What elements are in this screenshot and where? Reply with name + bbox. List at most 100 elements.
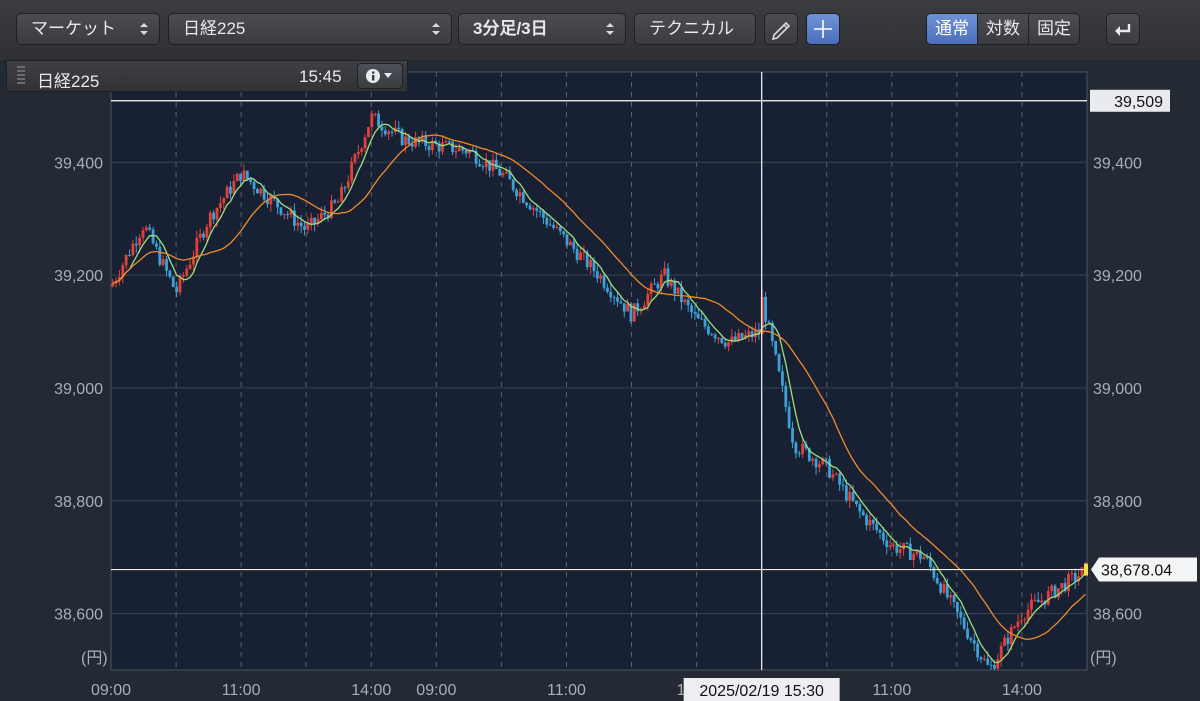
candle-body [548,224,552,226]
candle-body [148,227,152,230]
candle-body [356,151,360,155]
candle-body [1070,573,1074,575]
candle-body [989,664,993,666]
candle-body [387,131,391,135]
candle-body [740,333,744,339]
y-tick-label: 39,000 [1093,381,1142,398]
candle-body [602,275,606,288]
candle-body [932,567,936,578]
candle-body [993,665,996,669]
candle-body [696,313,700,319]
y-tick-label: 39,000 [54,381,103,398]
candle-body [558,226,562,232]
candle-body [683,299,687,303]
candle-body [390,131,394,133]
candle-body [535,208,539,211]
candle-body [202,233,205,238]
return-arrow-icon [1115,24,1131,36]
crosshair-button[interactable] [806,13,840,45]
candle-body [962,617,966,629]
candle-body [144,227,148,231]
candle-body [1009,626,1013,645]
candle-body [511,179,515,190]
candle-body [404,136,407,146]
candle-body [131,243,135,256]
candle-body [353,154,357,162]
candle-body [972,640,976,644]
candle-body [400,129,404,146]
candle-body [875,523,879,531]
candle-body [521,192,525,203]
candle-body [956,602,959,612]
period-select[interactable]: 3分足/3日 [458,13,626,45]
symbol-select[interactable]: 日経225 [168,13,452,45]
candle-body [898,549,902,553]
candle-body [612,297,616,299]
scale-fixed-button[interactable]: 固定 [1029,14,1079,44]
candle-body [447,141,451,143]
candle-body [313,217,317,224]
undo-button[interactable] [1106,13,1140,45]
candle-body [562,231,566,235]
candle-body [363,137,367,149]
candle-body [555,226,559,228]
candle-body [208,212,212,227]
candle-body [892,544,895,546]
updown-icon [432,23,440,35]
candle-body [1060,583,1064,589]
market-select[interactable]: マーケット [16,13,160,45]
scale-log-button[interactable]: 対数 [978,14,1029,44]
candle-body [215,207,219,220]
candle-body [619,301,623,304]
candle-body [249,178,253,182]
candle-body [360,148,364,152]
candle-body [1046,591,1050,605]
candle-body [582,251,586,253]
candle-body [814,458,818,468]
candle-body [828,459,831,478]
candle-body [545,217,549,225]
candle-body [663,268,667,275]
candle-body [979,657,983,660]
toolbar: マーケット 日経225 3分足/3日 テクニカル 通常 対数 固定 [0,0,1200,60]
candle-body [296,222,300,226]
candle-body [791,427,794,443]
candle-body [855,500,858,505]
candle-body [175,286,179,293]
candle-body [498,168,502,176]
candle-body [1033,599,1037,601]
candle-body [218,203,222,208]
candle-body [565,234,569,246]
info-menu-button[interactable] [357,63,403,89]
candle-body [138,237,142,246]
drag-grip-icon[interactable] [17,66,25,86]
draw-tool-button[interactable] [764,13,798,45]
candle-body [632,303,636,322]
candle-body [205,226,209,238]
candle-body [171,276,175,287]
price-chart[interactable]: 38,600 38,800 39,000 39,200 39,400 38,600 38,… [0,60,1200,701]
candle-body [501,173,505,176]
technical-button[interactable]: テクニカル [634,13,756,45]
x-tick-label: 14:00 [351,682,391,699]
candle-body [1006,637,1010,645]
candle-body [858,504,862,512]
candle-body [885,540,889,547]
candle-body [346,181,350,188]
candle-body [1003,637,1006,646]
scale-normal-button[interactable]: 通常 [927,14,978,44]
candle-body [256,188,259,194]
candle-body [252,181,256,189]
candle-body [515,189,518,197]
candle-body [905,543,909,545]
candle-body [380,126,384,131]
candle-body [949,595,953,598]
candle-body [552,224,555,228]
candle-body [841,484,845,486]
candle-body [680,287,683,303]
candle-body [966,628,969,639]
candle-body [686,299,690,306]
candle-body [646,293,650,306]
candle-body [282,214,286,216]
y-unit-label-right: (円) [1090,650,1117,667]
